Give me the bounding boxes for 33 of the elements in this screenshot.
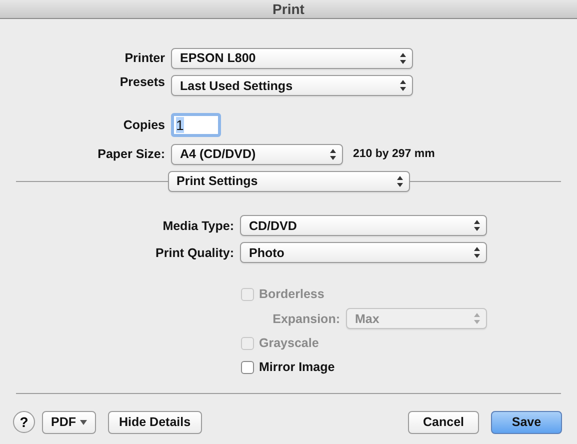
field-label: Paper Size: [96, 147, 166, 161]
save-button[interactable]: Save [491, 410, 562, 434]
stepper-arrows-icon [474, 247, 480, 258]
stepper-arrows-icon [400, 52, 406, 64]
popup-button[interactable]: Last Used Settings [171, 75, 413, 96]
field-label: Expansion: [272, 312, 341, 326]
caret-icon [80, 420, 87, 424]
window-title: Print [272, 1, 304, 17]
stepper-arrows-icon [396, 176, 402, 186]
field-label: Printer [124, 51, 166, 65]
stepper-arrows-icon [474, 313, 480, 324]
checkbox-label: Mirror Image [259, 360, 335, 374]
field-label: Presets [118, 75, 166, 89]
popup-button[interactable]: Print Settings [168, 170, 410, 192]
stepper-arrows-icon [474, 220, 480, 231]
stepper-arrows-icon [400, 80, 406, 91]
stepper-arrows-icon [330, 148, 336, 160]
copies-field[interactable]: 1 [171, 113, 221, 137]
help-button[interactable]: ? [13, 411, 35, 433]
popup-button[interactable]: CD/DVD [240, 215, 487, 236]
field-label: Print Quality: [154, 246, 235, 260]
field-label: Media Type: [162, 218, 235, 232]
checkbox[interactable] [241, 360, 254, 374]
cancel-button[interactable]: Cancel [408, 410, 479, 434]
field-label: Copies [122, 118, 166, 132]
checkbox-label: Borderless [259, 287, 324, 301]
popup-button[interactable]: Photo [240, 242, 487, 263]
pdf-menu-button[interactable]: PDF [42, 410, 96, 434]
hide-details-button[interactable]: Hide Details [108, 410, 202, 434]
popup-button[interactable]: EPSON L800 [171, 48, 413, 68]
popup-button[interactable]: A4 (CD/DVD) [171, 144, 343, 164]
checkbox-label: Grayscale [259, 336, 319, 350]
paper-dimensions: 210 by 297 mm [353, 148, 435, 160]
